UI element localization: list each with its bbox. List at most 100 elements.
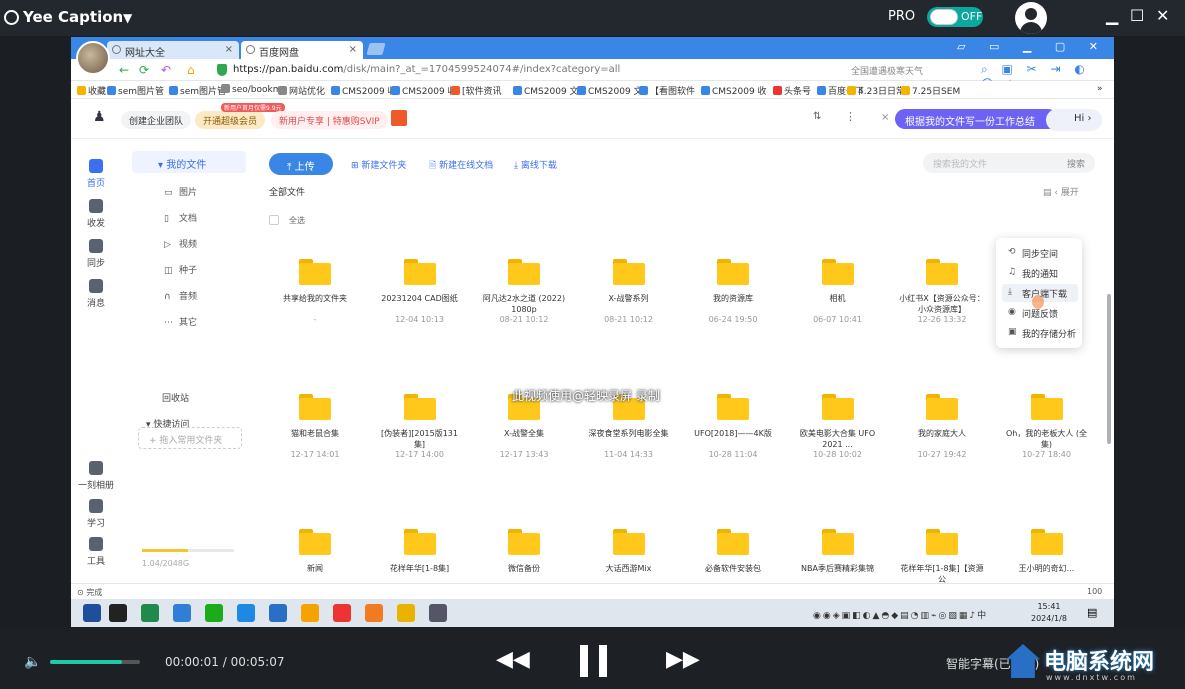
bookmark-item[interactable]: 网站优化 bbox=[278, 84, 325, 97]
folder-item[interactable]: NBA季后赛精彩集锦 bbox=[788, 529, 888, 585]
bookmarks-overflow-icon[interactable]: » bbox=[1097, 84, 1103, 94]
browser-tab-home[interactable]: 网址大全 × bbox=[107, 41, 239, 59]
sidebar-item-audio[interactable]: ∩ 音频 bbox=[164, 289, 197, 302]
sidebar-item-others[interactable]: ⋯ 其它 bbox=[164, 315, 197, 328]
sidebar-item-images[interactable]: ▭ 图片 bbox=[164, 185, 197, 198]
rewind-icon[interactable]: ◀◀ bbox=[496, 647, 530, 672]
rail-item-album[interactable]: 一刻相册 bbox=[71, 461, 121, 491]
menu-item-notifications[interactable]: ♫ 我的通知 bbox=[1002, 264, 1078, 282]
bookmark-item[interactable]: [软件资讯 bbox=[451, 84, 502, 97]
ai-summary-button[interactable]: 根据我的文件写一份工作总结 bbox=[895, 109, 1058, 129]
folder-item[interactable]: Oh，我的老板大人 (全集) 10-27 18:40 bbox=[997, 394, 1097, 459]
sort-icon[interactable]: ⇅ bbox=[813, 111, 821, 122]
volume-icon[interactable]: 🔈 bbox=[24, 654, 41, 670]
rail-item-sync[interactable]: 同步 bbox=[71, 239, 121, 269]
browser-profile-avatar[interactable] bbox=[76, 41, 110, 75]
bookmark-item[interactable]: 收藏 bbox=[77, 84, 106, 97]
new-folder-button[interactable]: ⊞ 新建文件夹 bbox=[351, 158, 406, 171]
search-taskbar-icon[interactable] bbox=[109, 604, 127, 622]
folder-item[interactable]: 欧美电影大合集 UFO 2021 ... 10-28 10:02 bbox=[788, 394, 888, 459]
bookmark-item[interactable]: CMS2009 收 bbox=[701, 84, 767, 97]
rail-item-tools[interactable]: 工具 bbox=[71, 537, 121, 567]
sidebar-item-videos[interactable]: ▷ 视频 bbox=[164, 237, 197, 250]
pan-avatar-icon[interactable]: ♟ bbox=[93, 109, 106, 125]
recycle-bin-nav[interactable]: 回收站 bbox=[162, 391, 189, 404]
url-field[interactable]: https://pan.baidu.com/disk/main?_at_=170… bbox=[211, 61, 771, 79]
bookmark-item[interactable]: CMS2009 文 bbox=[513, 84, 579, 97]
undo-icon[interactable]: ↶ bbox=[161, 63, 171, 77]
folder-item[interactable]: 我的资源库 06-24 19:50 bbox=[683, 259, 783, 324]
bookmark-item[interactable]: seo/bookm bbox=[221, 84, 281, 95]
folder-item[interactable]: 我的家庭大人 10-27 19:42 bbox=[892, 394, 992, 459]
close-icon[interactable]: ✕ bbox=[1156, 6, 1169, 25]
rail-item-transfer[interactable]: 收发 bbox=[71, 199, 121, 229]
bookmark-item[interactable]: CMS2009 文 bbox=[577, 84, 643, 97]
folder-item[interactable]: 共享给我的文件夹 - bbox=[265, 259, 365, 324]
folder-item[interactable]: 花样年华[1-8集]【资源公 bbox=[892, 529, 992, 585]
sidebar-item-torrents[interactable]: ◫ 种子 bbox=[164, 263, 197, 276]
rail-item-learning[interactable]: 学习 bbox=[71, 499, 121, 529]
bookmark-item[interactable]: CMS2009 收 bbox=[331, 84, 397, 97]
folder-item[interactable]: UFO[2018]——4K版 10-28 11:04 bbox=[683, 394, 783, 459]
folder-item[interactable]: 必备软件安装包 bbox=[683, 529, 783, 585]
bookmark-item[interactable]: sem图片管 bbox=[169, 84, 226, 97]
folder-item[interactable]: 20231204 CAD图纸 12-04 10:13 bbox=[370, 259, 470, 324]
my-files-nav[interactable]: ▾ 我的文件 bbox=[132, 151, 246, 173]
browser-window-controls[interactable]: ▱ ▭ ▁ ▢ ✕ bbox=[957, 40, 1108, 53]
bookmark-item[interactable]: 头条号 bbox=[773, 84, 811, 97]
volume-slider[interactable] bbox=[50, 660, 140, 664]
offline-download-button[interactable]: ⤓ 离线下载 bbox=[514, 158, 557, 171]
browser-tab-pan[interactable]: 百度网盘 × bbox=[241, 41, 363, 59]
menu-item-storage-analysis[interactable]: ▣ 我的存储分析 bbox=[1002, 324, 1078, 342]
folder-item[interactable]: 微信备份 bbox=[474, 529, 574, 585]
gift-icon[interactable] bbox=[391, 110, 407, 126]
tab-close-icon[interactable]: × bbox=[225, 44, 233, 55]
browser-search-hint[interactable]: 全国遭遇极寒天气 bbox=[851, 64, 923, 77]
ai-assistant-hi[interactable]: Hi › bbox=[1046, 109, 1102, 131]
excel-taskbar-icon[interactable] bbox=[141, 604, 159, 622]
app-menu-chevron-icon[interactable]: ▼ bbox=[123, 11, 132, 25]
chat-taskbar-icon[interactable] bbox=[301, 604, 319, 622]
folder-item[interactable]: 新闻 bbox=[265, 529, 365, 585]
file-search-input[interactable]: 搜索我的文件 搜索 bbox=[923, 153, 1095, 173]
home-icon[interactable]: ⌂ bbox=[187, 63, 195, 77]
wps-taskbar-icon[interactable] bbox=[333, 604, 351, 622]
create-team-pill[interactable]: 创建企业团队 bbox=[121, 111, 192, 129]
notification-icon[interactable]: ▤ bbox=[1087, 606, 1097, 619]
browser-taskbar-icon[interactable] bbox=[269, 604, 287, 622]
new-tab-button[interactable] bbox=[366, 43, 386, 55]
select-all-checkbox[interactable] bbox=[269, 215, 279, 225]
rail-item-home[interactable]: 首页 bbox=[71, 159, 121, 189]
tab-close-icon[interactable]: × bbox=[349, 44, 357, 55]
bookmark-item[interactable]: CMS2009 收 bbox=[391, 84, 457, 97]
fast-forward-icon[interactable]: ▶▶ bbox=[666, 647, 700, 672]
view-toggle[interactable]: ▤ ‹ 展开 bbox=[1043, 185, 1079, 198]
breadcrumb[interactable]: 全部文件 bbox=[269, 185, 305, 198]
folder-item[interactable]: 小红书X【资源公众号：小众资源库】 12-26 13:32 bbox=[892, 259, 992, 324]
folder-item[interactable]: 阿凡达2水之道 (2022) 1080p 08-21 10:12 bbox=[474, 259, 574, 324]
bookmark-item[interactable]: 4.23日日常 bbox=[847, 84, 905, 97]
system-tray-icons[interactable]: ◉◉◈▣◧◐▲◓◆▤◔▥⌁◎▧▦♪中 bbox=[813, 608, 988, 621]
windows-taskbar-icon[interactable] bbox=[83, 604, 101, 622]
minimize-icon[interactable]: ▁ bbox=[1106, 6, 1118, 25]
rail-item-messages[interactable]: 消息 bbox=[71, 279, 121, 309]
open-vip-pill[interactable]: 开通超级会员 bbox=[195, 111, 266, 129]
maximize-icon[interactable]: ☐ bbox=[1130, 6, 1144, 25]
edge-taskbar-icon[interactable] bbox=[237, 604, 255, 622]
folder-item[interactable]: 相机 06-07 10:41 bbox=[788, 259, 888, 324]
folder-taskbar-icon[interactable] bbox=[397, 604, 415, 622]
drop-folder-zone[interactable]: + 拖入常用文件夹 bbox=[138, 427, 242, 449]
system-clock[interactable]: 15:41 2024/1/8 bbox=[1031, 601, 1067, 625]
folder-item[interactable]: [伪装者][2015版131集] 12-17 14:00 bbox=[370, 394, 470, 459]
menu-item-sync-space[interactable]: ⟲ 同步空间 bbox=[1002, 244, 1078, 262]
new-online-doc-button[interactable]: 🗎 新建在线文档 bbox=[429, 158, 493, 174]
upload-button[interactable]: ⤒ 上传 bbox=[269, 153, 333, 175]
refresh-icon[interactable]: ⟳ bbox=[139, 63, 149, 77]
search-button[interactable]: 搜索 bbox=[1067, 157, 1085, 170]
user-avatar[interactable] bbox=[1015, 2, 1047, 34]
files-taskbar-icon[interactable] bbox=[173, 604, 191, 622]
bookmark-item[interactable]: 7.25日SEM bbox=[901, 84, 960, 97]
zoom-level[interactable]: 100 bbox=[1087, 587, 1102, 596]
bookmark-item[interactable]: sem图片管 bbox=[107, 84, 164, 97]
close-banner-icon[interactable]: × bbox=[881, 112, 889, 123]
